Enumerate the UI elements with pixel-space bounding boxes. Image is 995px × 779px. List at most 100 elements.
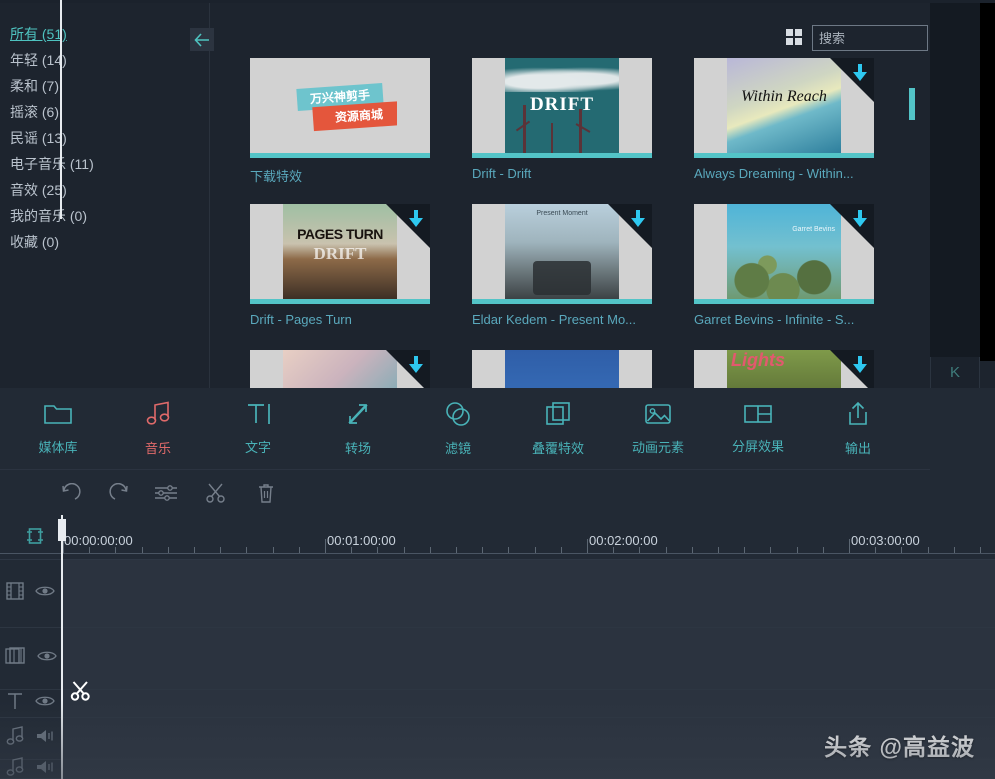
thumbnail-accent-bar	[694, 299, 874, 304]
media-tile[interactable]: PAGES TURNDRIFTDrift - Pages Turn	[250, 204, 430, 327]
artwork: Within Reach	[727, 58, 841, 153]
speaker-icon[interactable]	[35, 759, 55, 779]
media-tile[interactable]: DRIFTDrift - Drift	[472, 58, 652, 181]
media-tile[interactable]	[250, 350, 430, 388]
toolbar-tab-label: 动画元素	[632, 437, 684, 456]
video-track[interactable]	[0, 560, 995, 628]
music-note-icon[interactable]	[5, 757, 25, 779]
sidebar-item-5[interactable]: 电子音乐 (11)	[0, 151, 209, 177]
media-tile[interactable]: Lights	[694, 350, 874, 388]
playhead[interactable]	[61, 515, 63, 779]
toolbar-tab-2[interactable]: 文字	[208, 388, 308, 469]
sidebar-item-4[interactable]: 民谣 (13)	[0, 125, 209, 151]
back-button[interactable]	[190, 28, 214, 51]
eye-icon[interactable]	[35, 693, 55, 714]
track-lane[interactable]	[61, 628, 995, 689]
toolbar-tab-6[interactable]: 动画元素	[608, 388, 708, 469]
right-panel-k[interactable]: K	[930, 357, 980, 388]
media-thumbnail[interactable]: DRIFT	[472, 58, 652, 158]
toolbar-tab-4[interactable]: 滤镜	[408, 388, 508, 469]
search-box[interactable]	[812, 25, 928, 51]
transition-icon	[345, 401, 371, 432]
text-track[interactable]	[0, 690, 995, 718]
toolbar-tab-8[interactable]: 输出	[808, 388, 908, 469]
sidebar-item-3[interactable]: 摇滚 (6)	[0, 99, 209, 125]
artwork: 万兴神剪手资源商城	[283, 58, 397, 153]
toolbar-tab-1[interactable]: 音乐	[108, 388, 208, 469]
media-tile[interactable]: 万兴神剪手资源商城下载特效	[250, 58, 430, 185]
track-header-divider	[60, 0, 62, 219]
export-icon	[846, 401, 870, 432]
undo-button[interactable]	[55, 478, 85, 508]
delete-button[interactable]	[251, 478, 281, 508]
media-thumbnail[interactable]: Present Moment	[472, 204, 652, 304]
artwork-frame: DRIFT	[505, 58, 619, 153]
media-library-panel: 所有 (51)年轻 (14)柔和 (7)摇滚 (6)民谣 (13)电子音乐 (1…	[0, 3, 995, 388]
artwork-subtext: DRIFT	[283, 244, 397, 264]
grid-view-icon[interactable]	[786, 29, 804, 47]
eye-icon[interactable]	[37, 648, 57, 669]
media-thumbnail[interactable]: 万兴神剪手资源商城	[250, 58, 430, 158]
toolbar-tab-label: 媒体库	[38, 437, 77, 456]
track-lane[interactable]	[61, 690, 995, 717]
sidebar-item-2[interactable]: 柔和 (7)	[0, 73, 209, 99]
media-thumbnail[interactable]: GAME OF TREES	[472, 350, 652, 388]
split-screen-icon	[743, 403, 773, 430]
eye-icon[interactable]	[35, 583, 55, 604]
track-lane[interactable]	[61, 560, 995, 627]
redo-icon	[108, 483, 132, 503]
media-title: 下载特效	[250, 166, 432, 185]
media-tile[interactable]: Garret Bevins Garret Bevins - Infinite - …	[694, 204, 874, 327]
stacked-film-icon[interactable]	[5, 646, 27, 671]
sidebar-item-1[interactable]: 年轻 (14)	[0, 47, 209, 73]
toolbar-tab-7[interactable]: 分屏效果	[708, 388, 808, 469]
media-tile[interactable]: Within ReachAlways Dreaming - Within...	[694, 58, 874, 181]
music-note-icon	[144, 401, 172, 432]
music-note-icon[interactable]	[5, 726, 25, 751]
ruler-tick	[325, 539, 326, 553]
playhead-handle[interactable]	[58, 519, 66, 541]
download-arrow-icon	[852, 356, 868, 374]
artwork-text: DRIFT	[505, 94, 619, 116]
settings-button[interactable]	[151, 478, 181, 508]
speaker-icon[interactable]	[35, 728, 55, 749]
media-thumbnail[interactable]: Garret Bevins	[694, 204, 874, 304]
thumbnail-accent-bar	[472, 299, 652, 304]
overlay-track[interactable]	[0, 628, 995, 690]
grid-cell	[795, 38, 802, 45]
artwork-frame: Garret Bevins	[727, 204, 841, 299]
media-thumbnail[interactable]	[250, 350, 430, 388]
library-scrollbar-thumb[interactable]	[909, 88, 915, 120]
toolbar-tab-5[interactable]: 叠覆特效	[508, 388, 608, 469]
media-title: Eldar Kedem - Present Mo...	[472, 312, 654, 327]
sidebar-item-8[interactable]: 收藏 (0)	[0, 229, 209, 255]
text-T-icon[interactable]	[5, 691, 25, 716]
toolbar-tab-3[interactable]: 转场	[308, 388, 408, 469]
toolbar-tab-0[interactable]: 媒体库	[8, 388, 108, 469]
media-tile[interactable]: GAME OF TREES	[472, 350, 652, 388]
download-arrow-icon	[852, 64, 868, 82]
right-gutter	[930, 3, 980, 361]
artwork-text: Within Reach	[727, 88, 841, 106]
film-strip-icon[interactable]	[5, 581, 25, 606]
track-lane[interactable]	[61, 760, 995, 778]
back-arrow-icon	[194, 33, 210, 47]
artwork: Lights	[727, 350, 841, 388]
redo-button[interactable]	[105, 478, 135, 508]
media-tile[interactable]: Present Moment Eldar Kedem - Present Mo..…	[472, 204, 652, 327]
media-thumbnail[interactable]: Lights	[694, 350, 874, 388]
sidebar-item-0[interactable]: 所有 (51)	[0, 21, 209, 47]
cut-button[interactable]	[201, 478, 231, 508]
media-thumbnail[interactable]: PAGES TURNDRIFT	[250, 204, 430, 304]
music-track-2[interactable]	[0, 760, 995, 779]
grid-cell	[786, 29, 793, 36]
sidebar-item-7[interactable]: 我的音乐 (0)	[0, 203, 209, 229]
toolbar-tab-label: 转场	[345, 438, 371, 457]
media-thumbnail[interactable]: Within Reach	[694, 58, 874, 158]
timeline-ruler[interactable]: 00:00:00:00 00:01:00:00 00:02:00:00 00:0…	[0, 515, 995, 560]
thumbnail-accent-bar	[694, 153, 874, 158]
sidebar-item-6[interactable]: 音效 (25)	[0, 177, 209, 203]
toolbar-tab-label: 分屏效果	[732, 436, 784, 455]
download-arrow-icon	[408, 210, 424, 228]
media-title: Garret Bevins - Infinite - S...	[694, 312, 876, 327]
